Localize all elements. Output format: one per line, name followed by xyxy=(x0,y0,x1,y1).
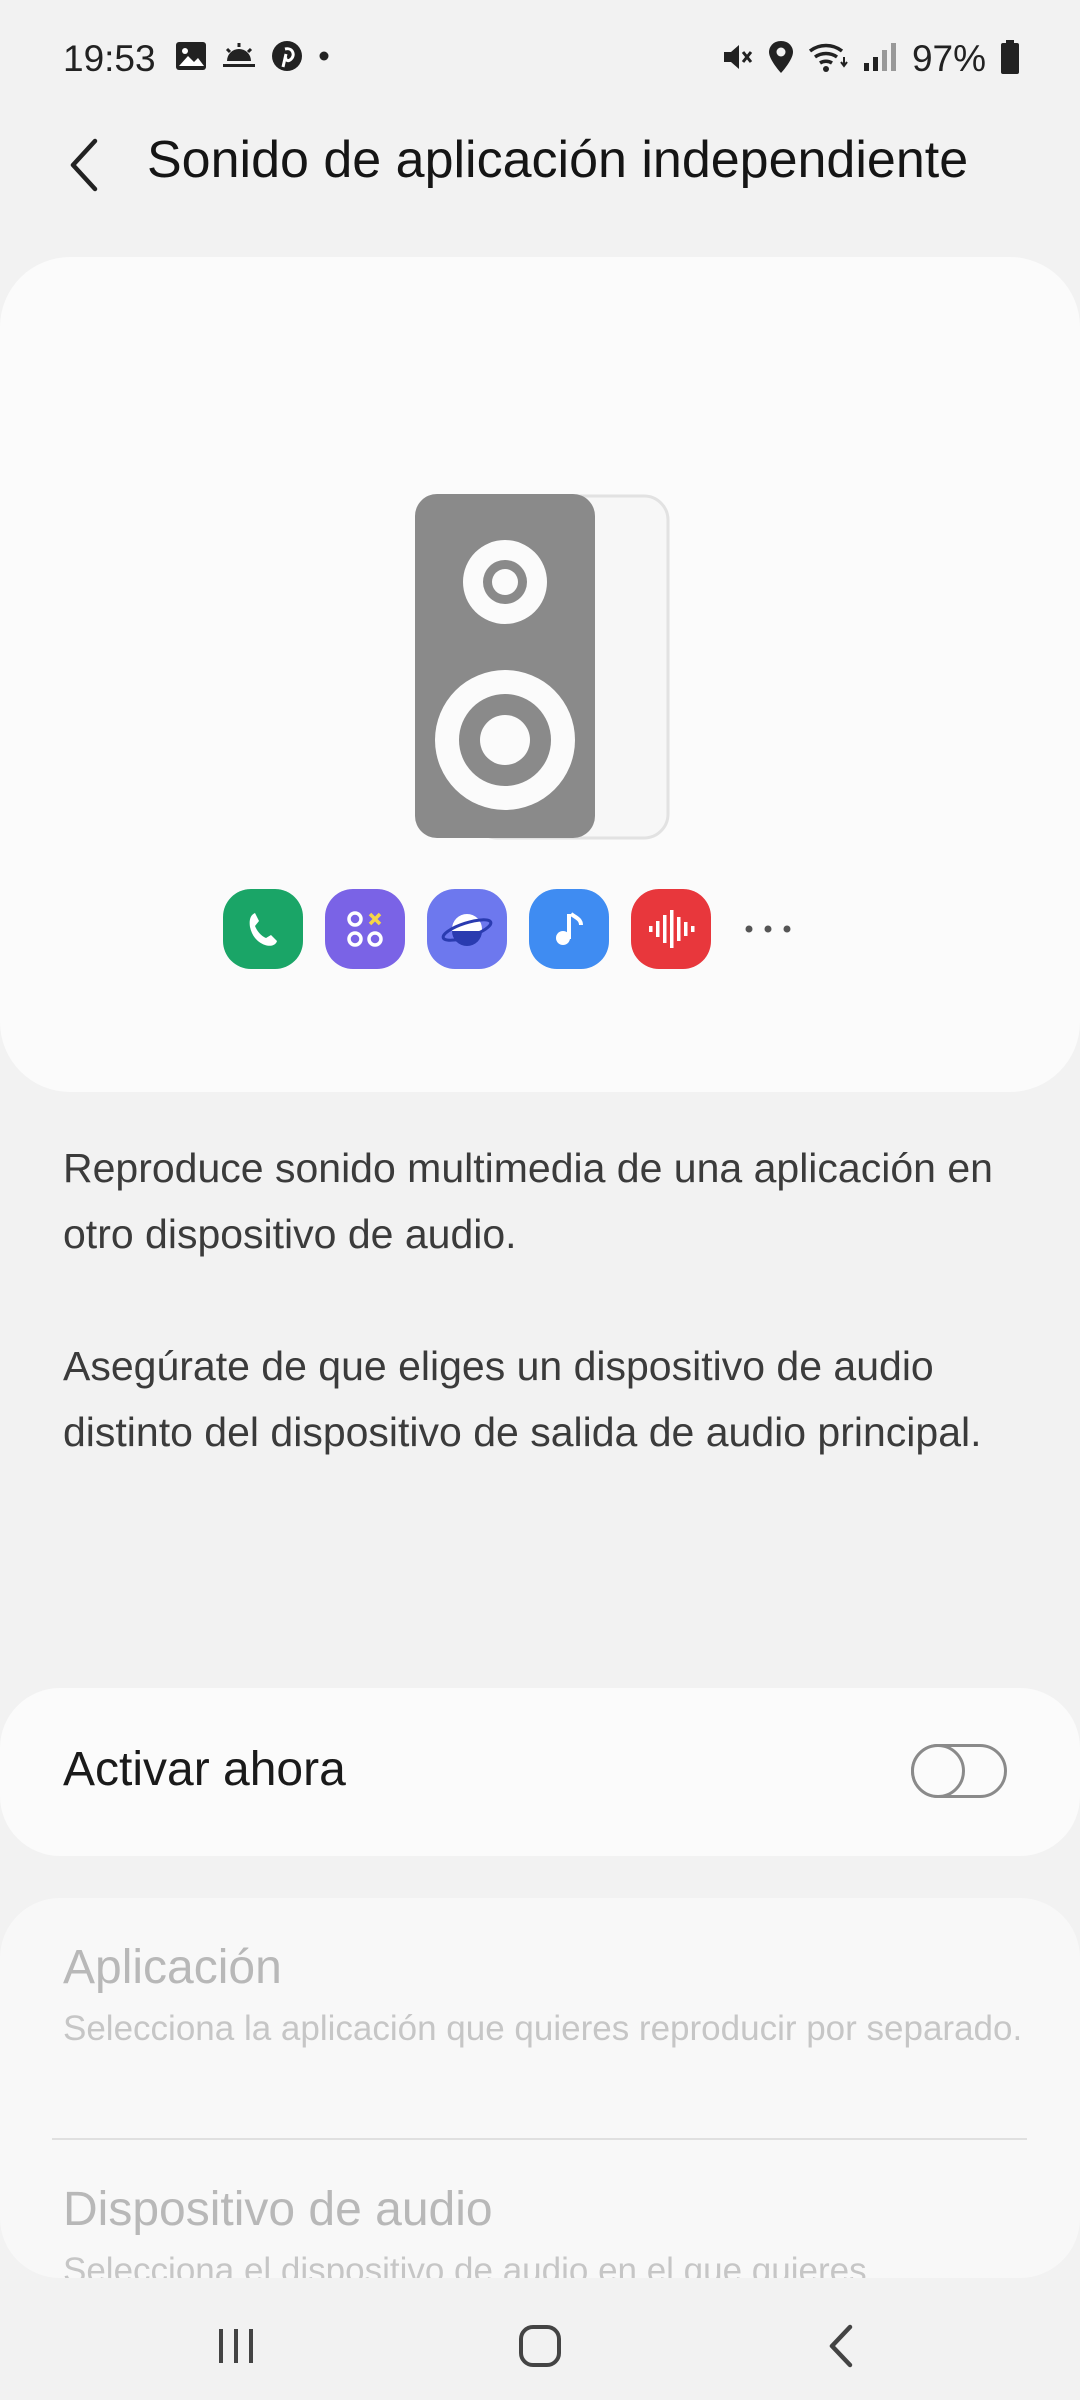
setting-application-subtitle: Selecciona la aplicación que quieres rep… xyxy=(63,2009,1023,2048)
setting-audio-device: Dispositivo de audio Selecciona el dispo… xyxy=(63,2182,1023,2278)
setting-audio-device-subtitle: Selecciona el dispositivo de audio en el… xyxy=(63,2251,867,2278)
setting-application: Aplicación Selecciona la aplicación que … xyxy=(63,1940,1023,2051)
home-icon xyxy=(519,2325,561,2367)
voice-recorder-icon xyxy=(631,889,711,969)
internet-browser-icon xyxy=(427,889,507,969)
nav-back-button[interactable] xyxy=(792,2306,892,2386)
page-title: Sonido de aplicación independiente xyxy=(147,131,969,189)
description-paragraph-1: Reproduce sonido multimedia de una aplic… xyxy=(63,1145,993,1257)
setting-audio-device-title: Dispositivo de audio xyxy=(63,2183,493,2236)
signal-icon xyxy=(862,41,898,78)
status-bar: 19:53 97% xyxy=(0,0,1080,120)
description-paragraph-2: Asegúrate de que eliges un dispositivo d… xyxy=(63,1343,982,1455)
gallery-icon xyxy=(175,41,207,76)
recent-apps-button[interactable] xyxy=(186,2306,286,2386)
setting-application-title: Aplicación xyxy=(63,1941,282,1994)
illustration-card xyxy=(0,257,1080,1092)
mute-icon xyxy=(720,40,754,79)
speaker-illustration xyxy=(413,494,673,849)
wifi-icon xyxy=(808,40,848,79)
activate-now-switch[interactable] xyxy=(911,1744,1007,1798)
divider xyxy=(52,2138,1027,2140)
game-launcher-icon xyxy=(325,889,405,969)
settings-card: Aplicación Selecciona la aplicación que … xyxy=(0,1898,1080,2278)
more-apps-icon xyxy=(733,889,803,969)
chevron-left-icon xyxy=(70,138,98,192)
back-button[interactable] xyxy=(55,125,115,205)
dot-icon xyxy=(317,49,331,68)
phone-app-icon xyxy=(223,889,303,969)
home-button[interactable] xyxy=(490,2306,590,2386)
system-icons: 97% xyxy=(720,38,1020,80)
battery-percent: 97% xyxy=(911,38,986,79)
weather-icon xyxy=(221,41,257,76)
status-time: 19:53 xyxy=(63,38,156,79)
activate-now-row[interactable]: Activar ahora xyxy=(0,1688,1080,1856)
switch-knob xyxy=(911,1744,965,1798)
battery-icon xyxy=(1000,39,1020,80)
activate-now-label: Activar ahora xyxy=(63,1743,346,1796)
pinterest-icon xyxy=(271,40,303,77)
app-icons-row xyxy=(223,889,803,969)
notification-icons xyxy=(175,40,331,77)
location-icon xyxy=(768,40,794,79)
navigation-bar xyxy=(0,2278,1080,2400)
recent-apps-icon xyxy=(219,2329,253,2363)
back-icon xyxy=(829,2324,853,2368)
screen: 19:53 97% Sonido de aplicación independi… xyxy=(0,0,1080,2400)
music-app-icon xyxy=(529,889,609,969)
